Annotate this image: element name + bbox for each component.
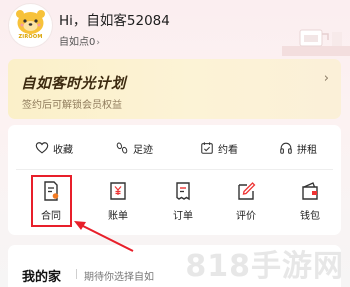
quick-links: 收藏 足迹 约看 拼租 xyxy=(8,135,341,161)
avatar-logo-text: ZIROOM xyxy=(18,34,43,40)
avatar[interactable]: ZIROOM xyxy=(9,4,52,47)
quick-link-shared-rent[interactable]: 拼租 xyxy=(279,135,317,161)
calendar-check-icon xyxy=(201,142,213,154)
divider xyxy=(76,269,77,279)
membership-card[interactable]: 自如客时光计划 签约后可解锁会员权益 › xyxy=(8,59,341,119)
wallet-icon xyxy=(302,182,318,200)
points-link[interactable]: 自如点0› xyxy=(59,33,100,48)
headset-icon xyxy=(280,142,292,154)
quick-link-label: 约看 xyxy=(218,144,238,156)
section-subtitle: 期待你选择自如 xyxy=(84,272,154,283)
tool-order[interactable]: 订单 xyxy=(163,177,203,231)
kitchen-illustration xyxy=(282,29,350,56)
quick-link-favorites[interactable]: 收藏 xyxy=(35,135,73,161)
tool-bill[interactable]: 账单 xyxy=(98,177,138,231)
quick-link-label: 拼租 xyxy=(297,144,317,156)
quick-link-viewing[interactable]: 约看 xyxy=(200,135,238,161)
quick-link-label: 收藏 xyxy=(53,144,73,156)
highlight-box xyxy=(31,175,72,227)
edit-review-icon xyxy=(238,182,256,200)
tool-label: 订单 xyxy=(173,211,193,222)
bill-yuan-icon xyxy=(110,182,126,200)
quick-link-footprint[interactable]: 足迹 xyxy=(115,135,153,161)
heart-icon xyxy=(35,142,49,154)
tool-label: 评价 xyxy=(236,211,256,222)
chevron-right-icon: › xyxy=(96,38,100,48)
footprint-icon xyxy=(116,142,128,154)
points-label: 自如点0 xyxy=(59,37,96,48)
tool-review[interactable]: 评价 xyxy=(226,177,266,231)
membership-subtitle: 签约后可解锁会员权益 xyxy=(22,100,122,111)
watermark: 818手游网 xyxy=(185,249,344,284)
divider xyxy=(16,169,333,170)
service-panel: 收藏 足迹 约看 拼租 合同 账单 订单 评价 钱包 xyxy=(8,125,341,235)
quick-link-label: 足迹 xyxy=(133,144,153,156)
chevron-right-icon: › xyxy=(323,71,329,86)
order-icon xyxy=(176,182,190,201)
tool-wallet[interactable]: 钱包 xyxy=(290,177,330,231)
section-title: 我的家 xyxy=(22,270,62,285)
tool-label: 账单 xyxy=(108,211,128,222)
tool-label: 钱包 xyxy=(300,211,320,222)
membership-title: 自如客时光计划 xyxy=(21,76,126,92)
user-greeting: Hi，自如客52084 xyxy=(59,13,170,29)
